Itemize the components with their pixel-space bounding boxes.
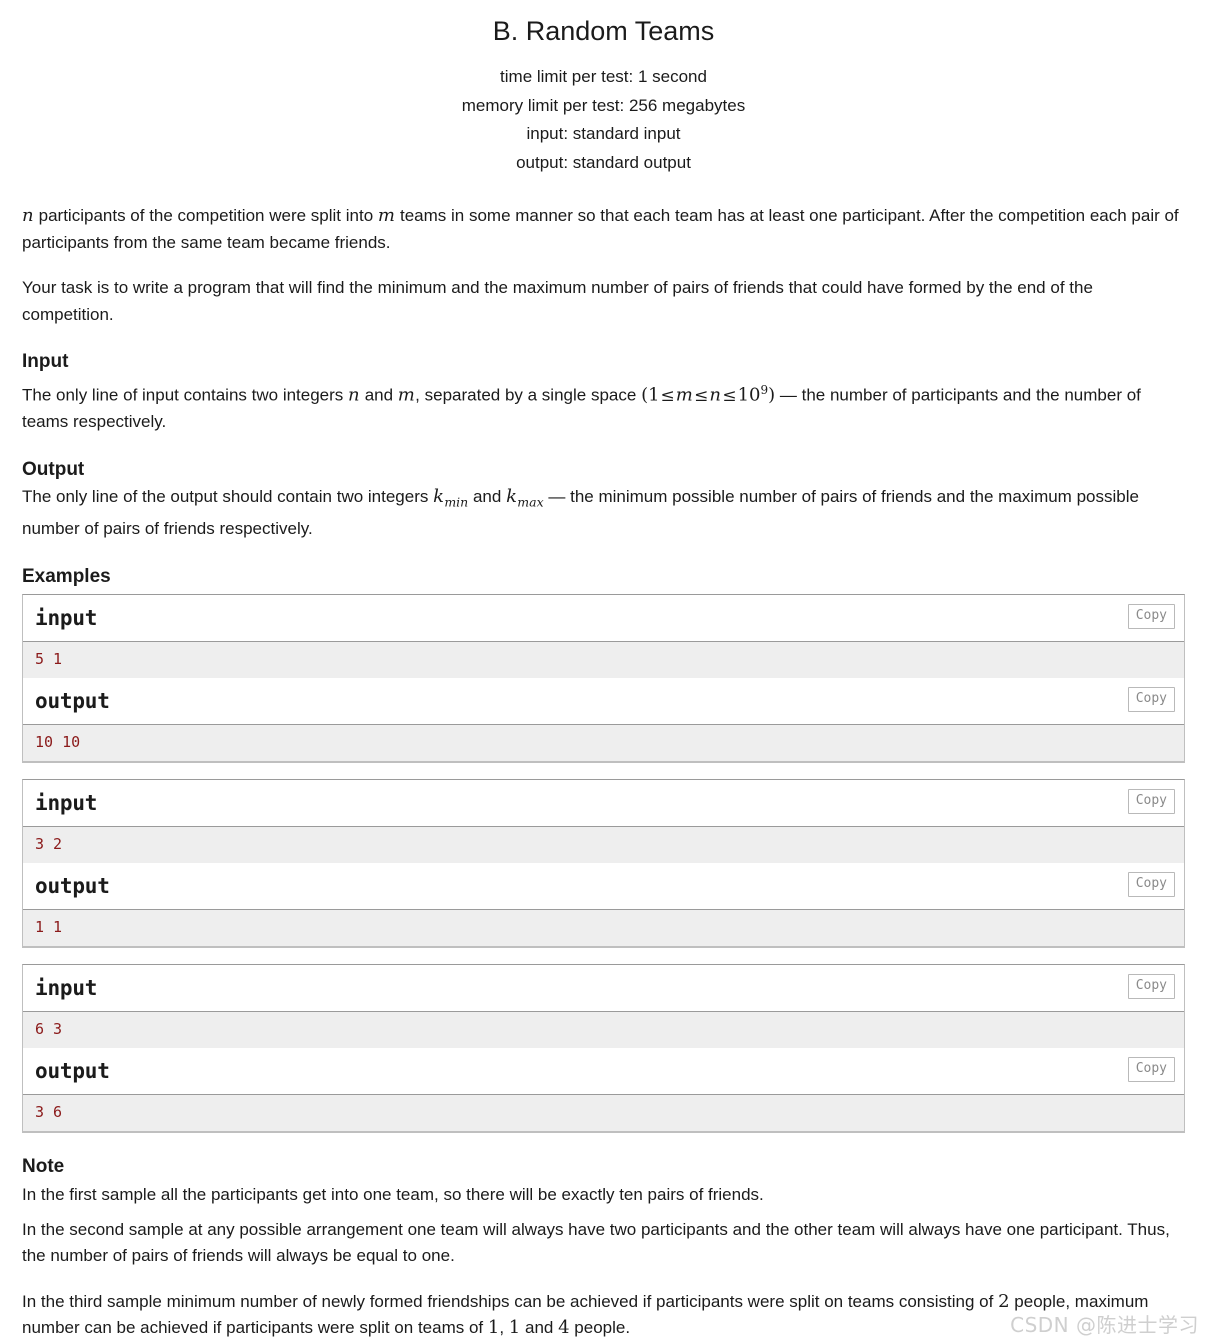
input-source-line: input: standard input: [526, 124, 681, 144]
sample-test-1: input Copy 5 1 output Copy 10 10: [22, 594, 1185, 764]
note-paragraph-1: In the first sample all the participants…: [22, 1185, 764, 1205]
math-le-1: ≤: [660, 385, 675, 406]
input-label: input: [35, 976, 98, 1001]
output-text-a: The only line of the output should conta…: [22, 487, 429, 507]
math-sub-max: max: [517, 494, 544, 510]
output-and: and: [472, 487, 502, 507]
em-dash: —: [779, 385, 797, 405]
math-paren-close: ): [768, 384, 776, 406]
copy-input-button[interactable]: Copy: [1127, 789, 1175, 815]
examples-heading: Examples: [22, 565, 111, 587]
memory-limit-line: memory limit per test: 256 megabytes: [461, 95, 746, 115]
note-section: Note In the first sample all the partici…: [22, 1155, 1185, 1341]
input-text-b: , separated by a single space: [415, 385, 637, 405]
math-var-n: n: [348, 384, 360, 406]
output-data[interactable]: 1 1: [23, 909, 1184, 948]
math-var-n: n: [709, 384, 722, 406]
time-limit-line: time limit per test: 1 second: [500, 67, 707, 87]
sample-test-3: input Copy 6 3 output Copy 3 6: [22, 964, 1185, 1134]
problem-statement: B. Random Teams time limit per test: 1 s…: [22, 0, 1185, 1342]
math-one: 1: [648, 384, 660, 406]
input-data[interactable]: 6 3: [23, 1011, 1184, 1049]
note-comma: ,: [499, 1318, 505, 1338]
math-var-m: m: [397, 384, 416, 406]
math-le-3: ≤: [722, 385, 737, 406]
input-heading: Input: [22, 351, 69, 373]
output-spec-text: The only line of the output should conta…: [22, 484, 1185, 542]
note-paragraph-3: In the third sample minimum number of ne…: [22, 1289, 1185, 1342]
output-title-bar: output Copy: [23, 863, 1184, 910]
page-title: B. Random Teams: [492, 16, 715, 46]
legend-paragraph-2: Your task is to write a program that wil…: [22, 278, 1093, 324]
math-sub-min: min: [444, 494, 469, 510]
note-paragraph-2: In the second sample at any possible arr…: [22, 1219, 1170, 1266]
output-label: output: [35, 874, 110, 899]
math-var-k-min: k: [433, 486, 445, 508]
copy-output-button[interactable]: Copy: [1127, 872, 1175, 898]
input-text-a: The only line of input contains two inte…: [22, 385, 344, 405]
problem-header: B. Random Teams time limit per test: 1 s…: [22, 14, 1185, 177]
note-text-3d: people.: [574, 1318, 631, 1338]
math-var-k-max: k: [506, 486, 518, 508]
output-data[interactable]: 3 6: [23, 1094, 1184, 1133]
legend-paragraph-1: n participants of the competition were s…: [22, 203, 1185, 256]
copy-input-button[interactable]: Copy: [1127, 974, 1175, 1000]
math-num-2: 2: [998, 1290, 1010, 1312]
em-dash: —: [548, 487, 566, 507]
output-title-bar: output Copy: [23, 1048, 1184, 1095]
math-num-4: 4: [558, 1317, 570, 1339]
output-label: output: [35, 1059, 110, 1084]
input-title-bar: input Copy: [23, 595, 1184, 642]
note-text-3c: and: [524, 1318, 554, 1338]
legend-text-1a: participants of the competition were spl…: [38, 206, 374, 226]
math-num-1: 1: [487, 1317, 500, 1339]
math-var-m: m: [675, 384, 694, 406]
output-data[interactable]: 10 10: [23, 724, 1184, 763]
problem-legend: n participants of the competition were s…: [22, 203, 1185, 328]
output-specification: Output The only line of the output shoul…: [22, 458, 1185, 543]
sample-test-2: input Copy 3 2 output Copy 1 1: [22, 779, 1185, 949]
math-exponent: 9: [760, 382, 769, 397]
input-specification: Input The only line of input contains tw…: [22, 350, 1185, 435]
copy-input-button[interactable]: Copy: [1127, 604, 1175, 630]
input-spec-text: The only line of input contains two inte…: [22, 377, 1185, 436]
note-heading: Note: [22, 1156, 65, 1178]
input-data[interactable]: 3 2: [23, 826, 1184, 864]
copy-output-button[interactable]: Copy: [1127, 1057, 1175, 1083]
output-title-bar: output Copy: [23, 678, 1184, 725]
math-ten: 10: [737, 384, 761, 406]
input-and: and: [364, 385, 394, 405]
output-heading: Output: [22, 458, 85, 480]
input-label: input: [35, 606, 98, 631]
input-title-bar: input Copy: [23, 780, 1184, 827]
math-num-1b: 1: [508, 1317, 521, 1339]
note-text-3a: In the third sample minimum number of ne…: [22, 1291, 994, 1311]
output-source-line: output: standard output: [516, 152, 691, 172]
output-label: output: [35, 689, 110, 714]
sample-tests: input Copy 5 1 output Copy 10 10 input C…: [22, 594, 1185, 1134]
input-data[interactable]: 5 1: [23, 641, 1184, 679]
math-var-m: m: [377, 205, 396, 227]
math-le-2: ≤: [694, 385, 709, 406]
copy-output-button[interactable]: Copy: [1127, 687, 1175, 713]
input-title-bar: input Copy: [23, 965, 1184, 1012]
math-var-n: n: [22, 205, 34, 227]
input-label: input: [35, 791, 98, 816]
